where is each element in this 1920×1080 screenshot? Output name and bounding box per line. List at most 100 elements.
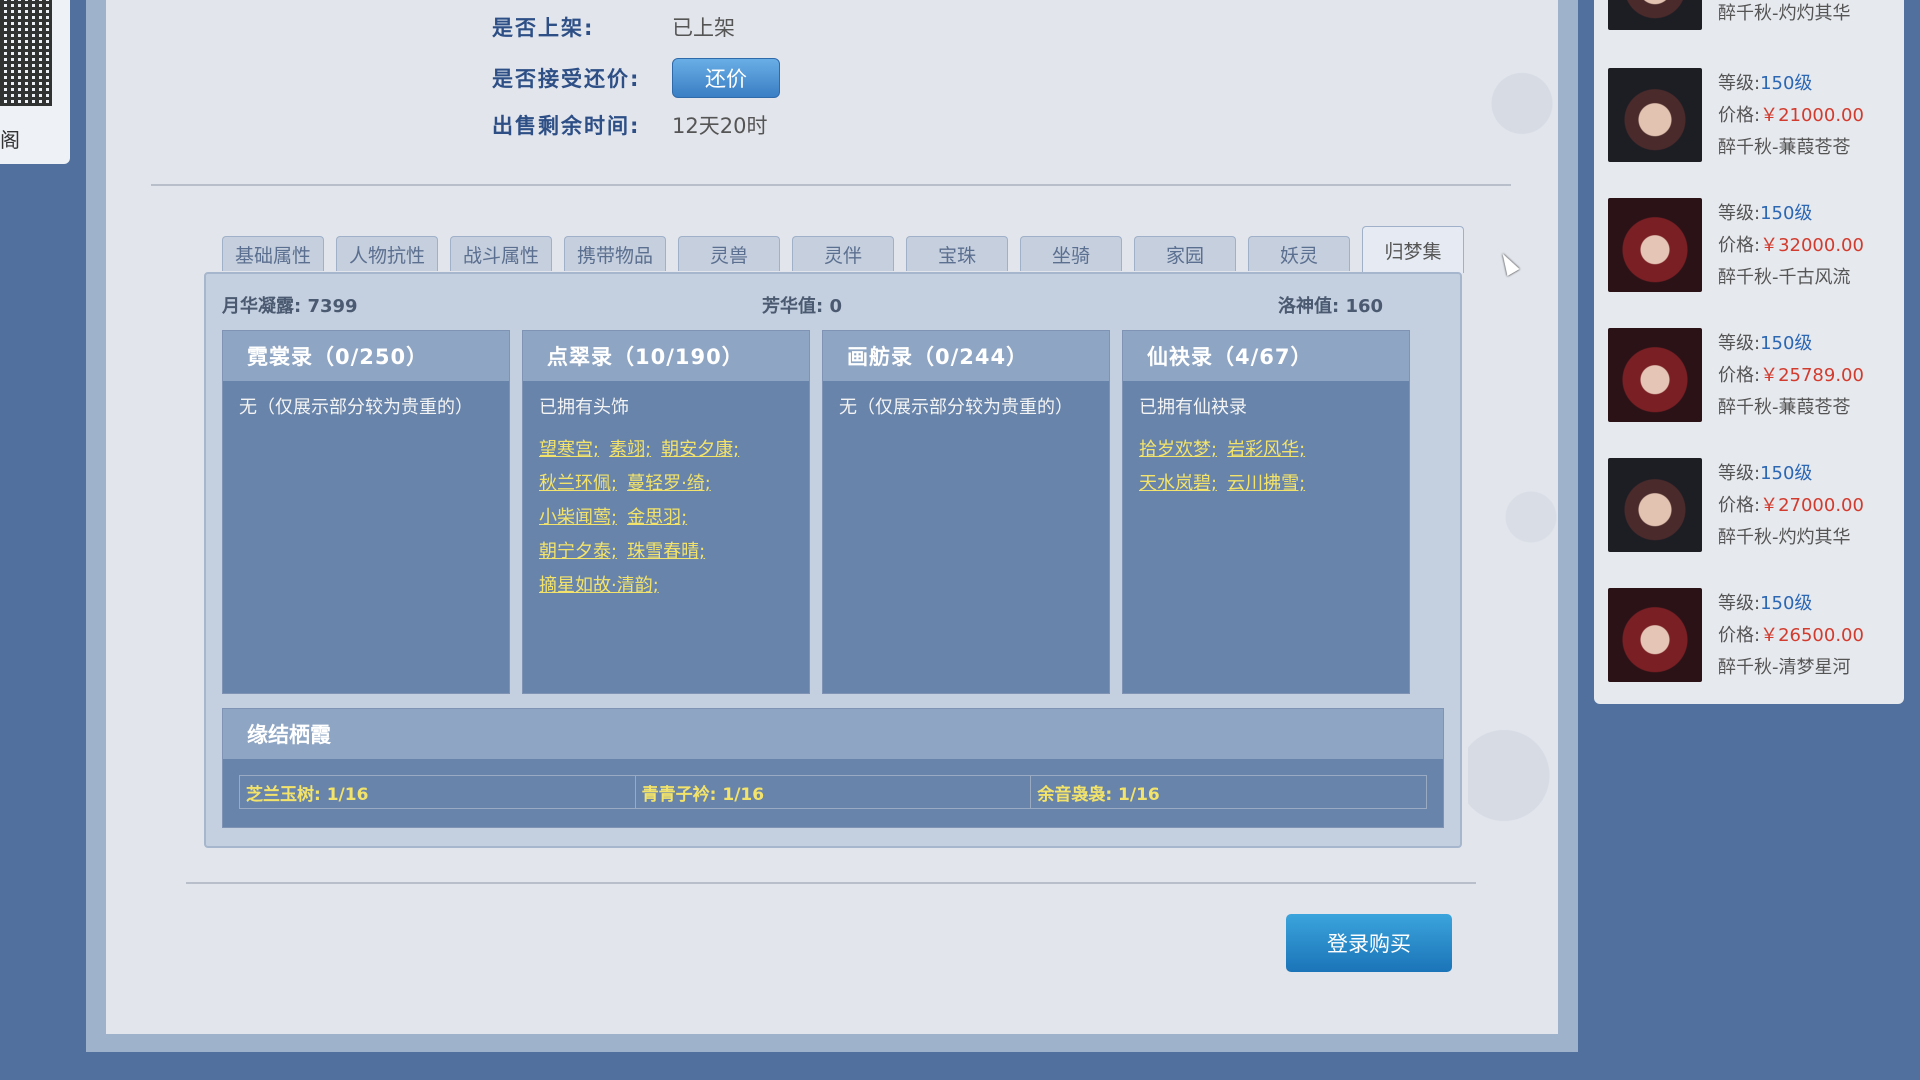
bond-cell: 青青子衿: 1/16 (636, 776, 1032, 808)
avatar (1608, 458, 1702, 552)
sidebar-item[interactable]: 等级:150级 价格:￥21000.00 醉千秋-蒹葭苍苍 (1608, 68, 1898, 164)
item-link[interactable]: 云川拂雪; (1227, 473, 1305, 494)
tab-combat[interactable]: 战斗属性 (450, 236, 552, 271)
price-label: 价格: (1718, 235, 1761, 256)
item-link[interactable]: 珠雪春晴; (627, 541, 705, 562)
item-link[interactable]: 天水岚碧; (1139, 473, 1217, 494)
item-name: 醉千秋-蒹葭苍苍 (1718, 397, 1851, 418)
price-label: 价格: (1718, 105, 1761, 126)
item-link[interactable]: 素翊; (609, 439, 651, 460)
card-diancui: 点翠录（10/190） 已拥有头饰 望寒宫; 素翊; 朝安夕康; 秋兰环佩; 蔓轻罗·… (522, 330, 810, 694)
item-link[interactable]: 秋兰环佩; (539, 473, 617, 494)
price-value: ￥32000.00 (1760, 235, 1864, 256)
item-link[interactable]: 小柴闻莺; (539, 507, 617, 528)
level-label: 等级: (1718, 73, 1761, 94)
level-value: 150级 (1760, 593, 1813, 614)
qr-label: 阁 (0, 128, 20, 152)
card-huafang: 画舫录（0/244） 无（仅展示部分较为贵重的） (822, 330, 1110, 694)
level-value: 150级 (1760, 203, 1813, 224)
level-label: 等级: (1718, 333, 1761, 354)
tab-items[interactable]: 携带物品 (564, 236, 666, 271)
card-nishang: 霓裳录（0/250） 无（仅展示部分较为贵重的） (222, 330, 510, 694)
link-row: 望寒宫; 素翊; 朝安夕康; (523, 433, 809, 467)
bond-title: 缘结栖霞 (223, 709, 1443, 759)
avatar (1608, 68, 1702, 162)
price-value: ￥21000.00 (1760, 105, 1864, 126)
tab-dream-collection[interactable]: 归梦集 (1362, 226, 1464, 273)
price-label: 价格: (1718, 365, 1761, 386)
card-xianmei: 仙袂录（4/67） 已拥有仙袂录 拾岁欢梦; 岩彩风华; 天水岚碧; 云川拂雪; (1122, 330, 1410, 694)
sidebar-item[interactable]: 等级:150级 价格:￥32000.00 醉千秋-千古风流 (1608, 198, 1898, 294)
tab-mounts[interactable]: 坐骑 (1020, 236, 1122, 271)
item-link[interactable]: 望寒宫; (539, 439, 599, 460)
link-row: 朝宁夕泰; 珠雪春晴; (523, 535, 809, 569)
sidebar-item[interactable]: 醉千秋-灼灼其华 (1608, 0, 1898, 32)
item-link[interactable]: 蔓轻罗·绮; (627, 473, 711, 494)
bond-cell: 芝兰玉树: 1/16 (240, 776, 636, 808)
avatar (1608, 588, 1702, 682)
recommend-sidebar: 醉千秋-灼灼其华 等级:150级 价格:￥21000.00 醉千秋-蒹葭苍苍 等… (1594, 0, 1904, 704)
sidebar-item[interactable]: 等级:150级 价格:￥26500.00 醉千秋-清梦星河 (1608, 588, 1898, 684)
qr-code (0, 0, 52, 106)
sidebar-item[interactable]: 等级:150级 价格:￥25789.00 醉千秋-蒹葭苍苍 (1608, 328, 1898, 424)
level-value: 150级 (1760, 333, 1813, 354)
item-name: 醉千秋-蒹葭苍苍 (1718, 137, 1851, 158)
card-title: 霓裳录（0/250） (223, 331, 509, 381)
fanghua-stat: 芳华值: 0 (762, 296, 842, 317)
remaining-time-label: 出售剩余时间: (492, 114, 641, 138)
tab-spirits[interactable]: 妖灵 (1248, 236, 1350, 271)
main-content: 是否上架: 已上架 是否接受还价: 还价 出售剩余时间: 12天20时 基础属性… (106, 0, 1558, 1034)
item-link[interactable]: 金思羽; (627, 507, 687, 528)
price-label: 价格: (1718, 625, 1761, 646)
listed-value: 已上架 (672, 16, 735, 40)
sidebar-item[interactable]: 等级:150级 价格:￥27000.00 醉千秋-灼灼其华 (1608, 458, 1898, 554)
price-value: ￥26500.00 (1760, 625, 1864, 646)
bond-section: 缘结栖霞 芝兰玉树: 1/16 青青子衿: 1/16 余音袅袅: 1/16 (222, 708, 1444, 828)
price-value: ￥27000.00 (1760, 495, 1864, 516)
link-row: 摘星如故·清韵; (523, 569, 809, 603)
price-label: 价格: (1718, 495, 1761, 516)
item-name: 醉千秋-灼灼其华 (1718, 527, 1851, 548)
link-row: 天水岚碧; 云川拂雪; (1123, 467, 1409, 501)
remaining-time-row: 出售剩余时间: 12天20时 (492, 110, 767, 140)
tab-orbs[interactable]: 宝珠 (906, 236, 1008, 271)
tab-companions[interactable]: 灵伴 (792, 236, 894, 271)
remaining-time-value: 12天20时 (672, 114, 768, 138)
level-label: 等级: (1718, 203, 1761, 224)
level-value: 150级 (1760, 463, 1813, 484)
item-name: 醉千秋-清梦星河 (1718, 657, 1851, 678)
link-row: 秋兰环佩; 蔓轻罗·绮; (523, 467, 809, 501)
divider (151, 184, 1511, 186)
login-buy-button[interactable]: 登录购买 (1286, 914, 1452, 972)
item-link[interactable]: 岩彩风华; (1227, 439, 1305, 460)
card-note: 已拥有头饰 (539, 397, 629, 418)
item-link[interactable]: 摘星如故·清韵; (539, 575, 659, 596)
item-link[interactable]: 朝宁夕泰; (539, 541, 617, 562)
avatar (1608, 198, 1702, 292)
card-note: 已拥有仙袂录 (1139, 397, 1247, 418)
bargain-button[interactable]: 还价 (672, 58, 780, 98)
tab-pets[interactable]: 灵兽 (678, 236, 780, 271)
avatar (1608, 0, 1702, 30)
level-value: 150级 (1760, 73, 1813, 94)
tab-resistance[interactable]: 人物抗性 (336, 236, 438, 271)
card-note: 无（仅展示部分较为贵重的） (239, 397, 473, 418)
link-row: 小柴闻莺; 金思羽; (523, 501, 809, 535)
dream-collection-panel: 月华凝露: 7399 芳华值: 0 洛神值: 160 霓裳录（0/250） 无（… (204, 272, 1462, 848)
decorative-swirl (1468, 0, 1558, 1034)
bargain-row: 是否接受还价: 还价 (492, 58, 780, 98)
qr-card: 阁 (0, 0, 70, 164)
tab-home[interactable]: 家园 (1134, 236, 1236, 271)
price-value: ￥25789.00 (1760, 365, 1864, 386)
item-link[interactable]: 朝安夕康; (661, 439, 739, 460)
level-label: 等级: (1718, 463, 1761, 484)
card-title: 仙袂录（4/67） (1123, 331, 1409, 381)
card-title: 画舫录（0/244） (823, 331, 1109, 381)
tab-basic[interactable]: 基础属性 (222, 236, 324, 271)
luoshen-stat: 洛神值: 160 (1278, 296, 1384, 317)
level-label: 等级: (1718, 593, 1761, 614)
card-title: 点翠录（10/190） (523, 331, 809, 381)
bond-table: 芝兰玉树: 1/16 青青子衿: 1/16 余音袅袅: 1/16 (239, 775, 1427, 809)
item-link[interactable]: 拾岁欢梦; (1139, 439, 1217, 460)
bargain-label: 是否接受还价: (492, 67, 641, 91)
